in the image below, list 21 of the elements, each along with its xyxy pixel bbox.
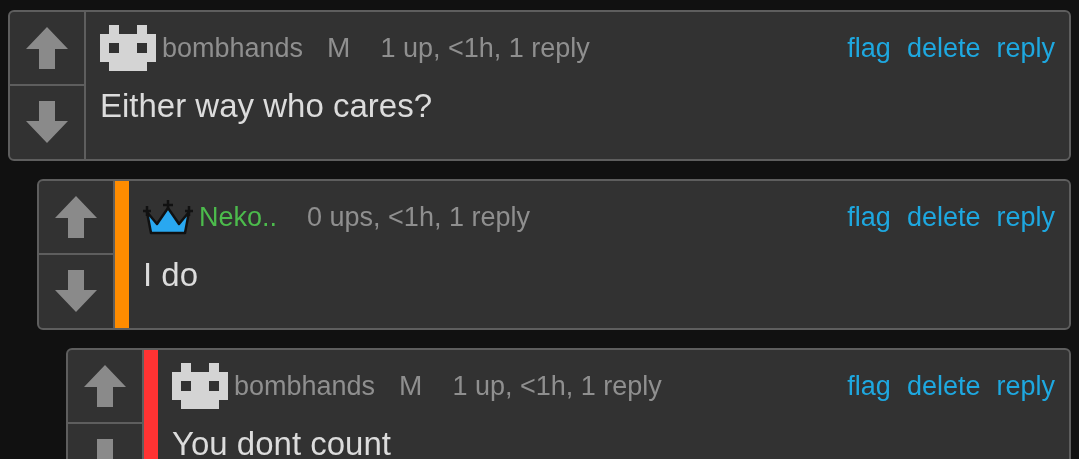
crown-icon <box>143 198 193 236</box>
action-link[interactable]: delete <box>906 196 981 238</box>
username[interactable]: Neko.. <box>199 196 278 238</box>
action-link[interactable]: flag <box>847 27 891 69</box>
comment-text: I do <box>143 255 200 295</box>
action-link[interactable]: flag <box>847 365 891 407</box>
comment-meta: 0 ups, <1h, 1 reply <box>307 200 530 234</box>
action-link[interactable]: reply <box>996 27 1055 69</box>
action-link[interactable]: delete <box>906 365 981 407</box>
action-link[interactable]: delete <box>906 27 981 69</box>
comment-text: Either way who cares? <box>100 86 433 126</box>
username[interactable]: bombhands <box>162 27 304 69</box>
comment-meta: 1 up, <1h, 1 reply <box>380 31 590 65</box>
action-link[interactable]: reply <box>996 365 1055 407</box>
action-link[interactable]: reply <box>996 196 1055 238</box>
username[interactable]: bombhands <box>234 365 376 407</box>
comment-text: You dont count <box>172 424 392 459</box>
action-link[interactable]: flag <box>847 196 891 238</box>
comment-meta: 1 up, <1h, 1 reply <box>452 369 662 403</box>
user-rank-label: M <box>399 369 423 403</box>
user-rank-label: M <box>327 31 351 65</box>
